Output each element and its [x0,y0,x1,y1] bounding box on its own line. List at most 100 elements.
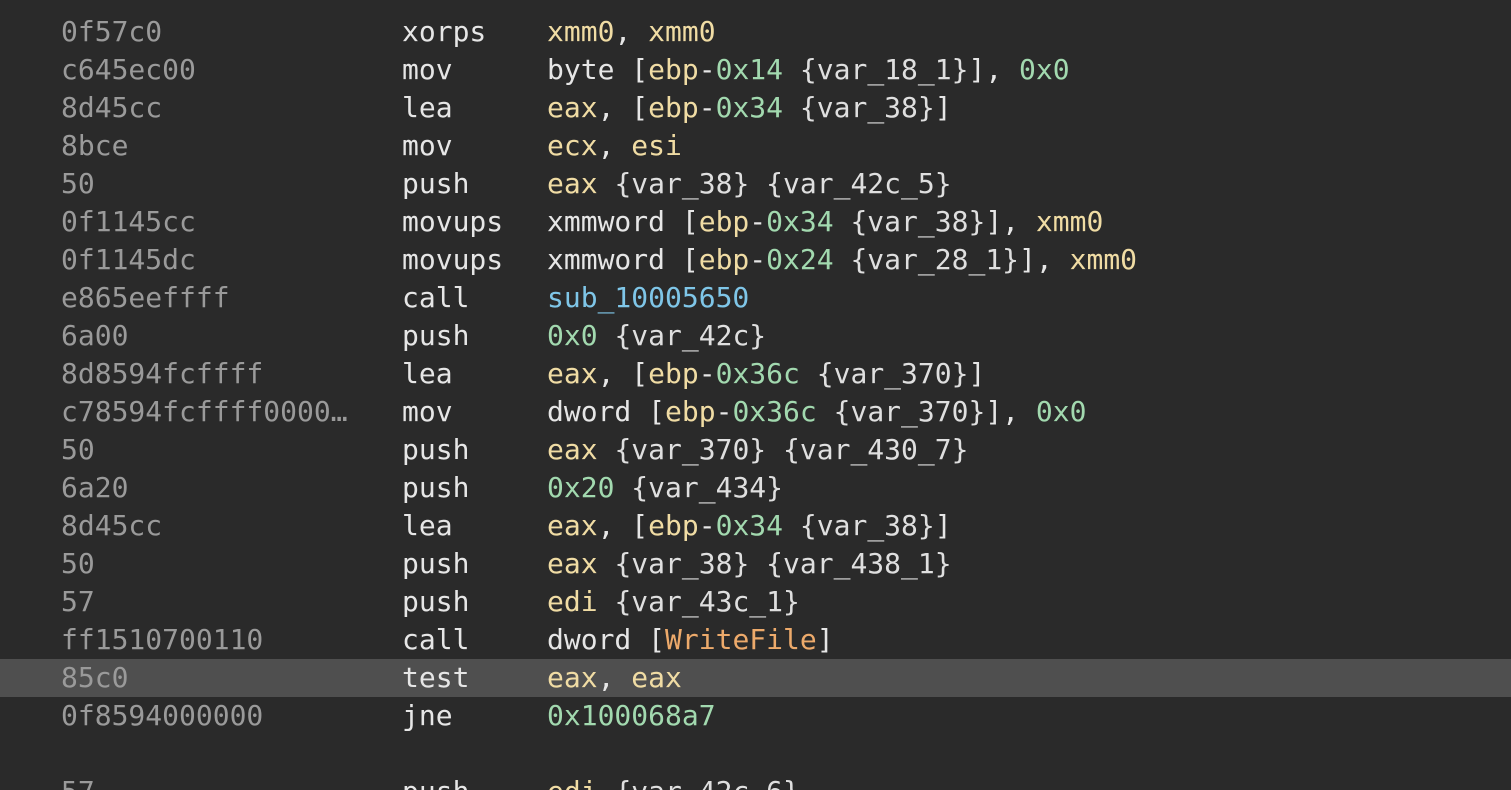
register-token[interactable]: ebp [648,357,699,390]
instruction-bytes: 50 [61,433,95,466]
variable-token[interactable]: {var_38} [800,91,935,124]
instruction-row[interactable]: e865eeffff call sub_10005650 [0,279,1511,317]
instruction-bytes: 8d45cc [61,509,163,542]
instruction-operands: eax, eax [547,659,682,697]
variable-token[interactable]: {var_42c} [614,319,766,352]
register-token[interactable]: eax [547,91,598,124]
register-token[interactable]: ebp [699,243,750,276]
register-token[interactable]: ebp [648,91,699,124]
instruction-mnemonic[interactable]: movups [402,241,503,279]
instruction-bytes: 0f1145cc [61,205,196,238]
instruction-row[interactable]: 50 push eax {var_38} {var_438_1} [0,545,1511,583]
instruction-row[interactable]: 6a20 push 0x20 {var_434} [0,469,1511,507]
register-token[interactable]: ebp [699,205,750,238]
block-separator[interactable] [0,735,1511,773]
instruction-mnemonic[interactable]: push [402,773,469,790]
punctuation-token: - [698,357,716,390]
size-keyword: dword [547,395,649,428]
import-reference[interactable]: WriteFile [665,623,817,656]
register-token[interactable]: xmm0 [547,15,614,48]
instruction-mnemonic[interactable]: test [402,659,469,697]
register-token[interactable]: xmm0 [1036,205,1103,238]
instruction-mnemonic[interactable]: lea [402,89,453,127]
instruction-row[interactable]: 0f1145cc movups xmmword [ebp-0x34 {var_38}… [0,203,1511,241]
instruction-mnemonic[interactable]: call [402,621,469,659]
register-token[interactable]: ebp [648,53,699,86]
register-token[interactable]: xmm0 [1070,243,1137,276]
register-token[interactable]: eax [547,433,598,466]
instruction-row[interactable]: c645ec00 mov byte [ebp-0x14 {var_18_1}], 0… [0,51,1511,89]
disassembly-view[interactable]: 0f57c0 xorps xmm0, xmm0 c645ec00 mov byte [eb… [0,0,1511,790]
register-token[interactable]: edi [547,775,598,790]
instruction-row[interactable]: 8d45cc lea eax, [ebp-0x34 {var_38}] [0,507,1511,545]
instruction-row[interactable]: 0f8594000000 jne 0x100068a7 [0,697,1511,735]
instruction-bytes: 57 [61,585,95,618]
register-token[interactable]: eax [547,661,598,694]
instruction-row[interactable]: 6a00 push 0x0 {var_42c} [0,317,1511,355]
instruction-row[interactable]: 50 push eax {var_370} {var_430_7} [0,431,1511,469]
register-token[interactable]: ebp [665,395,716,428]
instruction-mnemonic[interactable]: push [402,583,469,621]
punctuation-token [749,547,766,580]
punctuation-token: - [749,243,767,276]
instruction-mnemonic[interactable]: jne [402,697,453,735]
instruction-mnemonic[interactable]: push [402,431,469,469]
instruction-row[interactable]: 8d8594fcffff lea eax, [ebp-0x36c {var_370}… [0,355,1511,393]
register-token[interactable]: eax [547,509,598,542]
instruction-operands: edi {var_43c_1} [547,583,800,621]
register-token[interactable]: esi [631,129,682,162]
variable-token[interactable]: {var_38} [800,509,935,542]
instruction-mnemonic[interactable]: lea [402,507,453,545]
variable-token[interactable]: {var_38} [614,547,749,580]
variable-token[interactable]: {var_370} [834,395,986,428]
instruction-mnemonic[interactable]: push [402,165,469,203]
instruction-row[interactable]: 0f1145dc movups xmmword [ebp-0x24 {var_28_… [0,241,1511,279]
variable-token[interactable]: {var_18_1} [800,53,969,86]
register-token[interactable]: eax [631,661,682,694]
number-token: 0x0 [1019,53,1070,86]
variable-token[interactable]: {var_434} [631,471,783,504]
instruction-mnemonic[interactable]: movups [402,203,503,241]
variable-token[interactable]: {var_42c_5} [766,167,951,200]
punctuation-token [749,167,766,200]
instruction-mnemonic[interactable]: mov [402,393,453,431]
function-reference[interactable]: sub_10005650 [547,281,749,314]
instruction-mnemonic[interactable]: mov [402,127,453,165]
instruction-mnemonic[interactable]: call [402,279,469,317]
instruction-operands: eax {var_38} {var_438_1} [547,545,952,583]
instruction-row[interactable]: 0f57c0 xorps xmm0, xmm0 [0,13,1511,51]
instruction-bytes: 6a20 [61,471,129,504]
variable-token[interactable]: {var_370} [817,357,969,390]
instruction-row[interactable]: 85c0 test eax, eax [0,659,1511,697]
variable-token[interactable]: {var_438_1} [766,547,951,580]
instruction-row[interactable]: ff1510700110 call dword [WriteFile] [0,621,1511,659]
instruction-mnemonic[interactable]: push [402,545,469,583]
instruction-mnemonic[interactable]: push [402,317,469,355]
number-token: 0x14 [715,53,784,86]
variable-token[interactable]: {var_370} [614,433,766,466]
instruction-row[interactable]: c78594fcffff0000… mov dword [ebp-0x36c {va… [0,393,1511,431]
variable-token[interactable]: {var_38} [850,205,985,238]
register-token[interactable]: eax [547,167,598,200]
register-token[interactable]: ebp [648,509,699,542]
instruction-row[interactable]: 57 push edi {var_42c_6} [0,773,1511,790]
register-token[interactable]: eax [547,357,598,390]
register-token[interactable]: edi [547,585,598,618]
instruction-mnemonic[interactable]: mov [402,51,453,89]
instruction-mnemonic[interactable]: xorps [402,13,486,51]
instruction-mnemonic[interactable]: push [402,469,469,507]
variable-token[interactable]: {var_28_1} [850,243,1019,276]
register-token[interactable]: eax [547,547,598,580]
variable-token[interactable]: {var_38} [614,167,749,200]
punctuation-token: - [715,395,733,428]
variable-token[interactable]: {var_43c_1} [614,585,799,618]
instruction-mnemonic[interactable]: lea [402,355,453,393]
instruction-row[interactable]: 8d45cc lea eax, [ebp-0x34 {var_38}] [0,89,1511,127]
variable-token[interactable]: {var_430_7} [783,433,968,466]
register-token[interactable]: ecx [547,129,598,162]
instruction-row[interactable]: 57 push edi {var_43c_1} [0,583,1511,621]
instruction-row[interactable]: 50 push eax {var_38} {var_42c_5} [0,165,1511,203]
register-token[interactable]: xmm0 [648,15,715,48]
variable-token[interactable]: {var_42c_6} [614,775,799,790]
instruction-row[interactable]: 8bce mov ecx, esi [0,127,1511,165]
